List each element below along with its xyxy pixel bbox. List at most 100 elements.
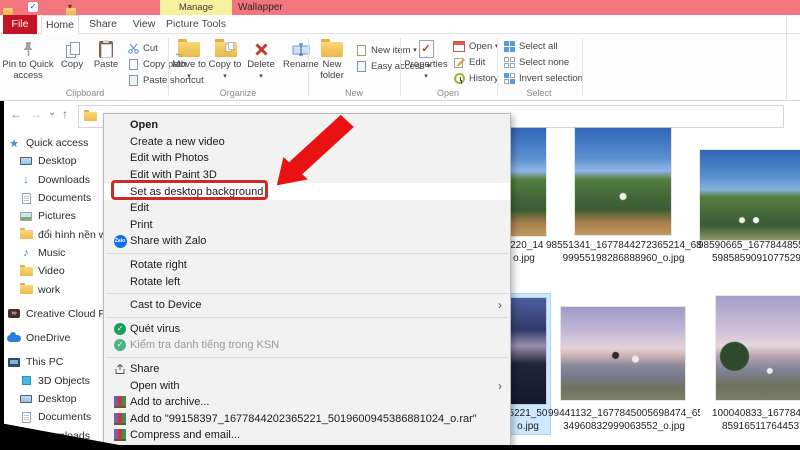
recent-locations-chevron[interactable]: ⌄	[48, 107, 56, 118]
group-divider	[582, 38, 583, 96]
sidebar-item-work[interactable]: work	[6, 280, 102, 298]
group-label-open: Open	[404, 88, 492, 98]
group-divider	[308, 38, 309, 96]
menu-item-add-to-rar[interactable]: Add to "99158397_1677844202365221_501960…	[104, 411, 510, 428]
sidebar-item-desktop-2[interactable]: Desktop	[6, 390, 102, 408]
clipboard-icon	[99, 41, 113, 58]
share-icon	[110, 363, 130, 375]
title-bar: ✓ ▾ Manage Wallapper	[0, 0, 800, 15]
menu-separator	[106, 293, 508, 294]
select-all-icon	[502, 41, 516, 52]
menu-item-kiem-tra-danh-tieng-trong-ksn[interactable]: ✓Kiểm tra danh tiếng trong KSN	[104, 337, 510, 354]
menu-item-cast-to-device[interactable]: Cast to Device›	[104, 297, 510, 314]
menu-item-rotate-left[interactable]: Rotate left	[104, 273, 510, 290]
menu-item-quet-virus[interactable]: ✓Quét virus	[104, 321, 510, 338]
select-all-button[interactable]: Select all	[502, 38, 583, 54]
move-to-folder-icon: ←	[178, 38, 200, 60]
menu-item-add-to-archive[interactable]: Add to archive...	[104, 394, 510, 411]
menu-item-share[interactable]: Share	[104, 361, 510, 378]
menu-item-share-with-zalo[interactable]: ZaloShare with Zalo	[104, 233, 510, 250]
sidebar-item-pictures[interactable]: Pictures	[6, 207, 102, 225]
annotation-highlight-box	[111, 180, 268, 200]
open-app-icon	[452, 41, 466, 52]
sidebar-item-music[interactable]: ♪Music	[6, 244, 102, 262]
history-clock-icon	[452, 73, 466, 84]
manage-contextual-tab[interactable]: Manage	[160, 0, 232, 15]
menu-item-open-with[interactable]: Open with›	[104, 377, 510, 394]
easy-access-icon	[354, 61, 368, 72]
file-name[interactable]: 100040833_16778451090859165117644537856_	[712, 407, 800, 433]
dropdown-caret-icon: ▾	[259, 73, 263, 80]
file-name-selected[interactable]: 5221_50o.jpg	[505, 407, 551, 433]
forward-button[interactable]: →	[30, 107, 42, 121]
folder-icon	[18, 285, 34, 294]
creative-cloud-icon: ∞	[6, 309, 22, 318]
cube-icon	[18, 376, 34, 385]
menu-item-rotate-right[interactable]: Rotate right	[104, 257, 510, 274]
file-name[interactable]: 98590665_16778448556959858590910775296_	[698, 239, 800, 265]
monitor-icon	[18, 157, 34, 165]
paste-shortcut-icon	[126, 75, 140, 86]
file-name[interactable]: 99441132_1677845005698474_65349608329990…	[548, 407, 700, 433]
tab-home[interactable]: Home	[41, 15, 79, 35]
sidebar-item-documents[interactable]: Documents	[6, 189, 102, 207]
sidebar-item-quick-access[interactable]: ★Quick access	[6, 134, 102, 152]
ribbon-tabs-row: File Home Share View Picture Tools	[0, 15, 800, 34]
picture-icon	[18, 212, 34, 221]
sidebar-item-3d-objects[interactable]: 3D Objects	[6, 372, 102, 390]
menu-separator	[106, 357, 508, 358]
open-button[interactable]: Open ▾	[452, 38, 499, 54]
menu-item-print[interactable]: Print	[104, 217, 510, 234]
menu-separator	[106, 317, 508, 318]
tab-picture-tools[interactable]: Picture Tools	[163, 15, 229, 34]
quick-access-toolbar-properties-icon[interactable]: ✓	[28, 2, 38, 12]
ribbon: Pin to Quick access Copy Paste Cut Copy …	[0, 34, 800, 101]
edit-button[interactable]: Edit	[452, 54, 499, 70]
photo-thumbnail[interactable]	[561, 307, 685, 400]
group-label-clipboard: Clipboard	[40, 88, 130, 98]
up-button[interactable]: ↑	[62, 107, 68, 121]
music-note-icon: ♪	[18, 247, 34, 259]
ribbon-right-edge	[786, 15, 787, 101]
history-button[interactable]: History	[452, 70, 499, 86]
back-button[interactable]: ←	[10, 107, 22, 121]
photo-thumbnail[interactable]	[700, 150, 800, 240]
group-divider	[168, 38, 169, 96]
download-arrow-icon: ↓	[18, 174, 34, 186]
copy-path-icon	[126, 59, 140, 70]
document-icon	[18, 412, 34, 423]
sidebar-item-this-pc[interactable]: This PC	[6, 353, 102, 371]
invert-selection-button[interactable]: Invert selection	[502, 70, 583, 86]
sidebar-item-video[interactable]: Video	[6, 262, 102, 280]
pin-icon	[22, 38, 35, 60]
tab-view[interactable]: View	[127, 15, 161, 34]
tab-file[interactable]: File	[3, 15, 37, 34]
photo-thumbnail[interactable]	[716, 296, 800, 400]
select-none-button[interactable]: Select none	[502, 54, 583, 70]
tab-share[interactable]: Share	[83, 15, 123, 34]
quick-access-toolbar-caret-icon[interactable]: ▾	[68, 1, 72, 13]
screenshot-edge	[0, 445, 800, 450]
annotation-arrow	[274, 102, 368, 188]
sidebar-item-downloads[interactable]: ↓Downloads	[6, 171, 102, 189]
edit-pencil-icon	[452, 57, 466, 68]
antivirus-shield-icon: ✓	[114, 339, 126, 351]
dropdown-caret-icon: ▾	[424, 73, 428, 80]
screenshot-edge	[0, 101, 4, 450]
group-label-select: Select	[495, 88, 583, 98]
sidebar-item-creative-cloud-files[interactable]: ∞Creative Cloud Files	[6, 305, 102, 323]
menu-item-compress-and-email[interactable]: Compress and email...	[104, 427, 510, 444]
menu-item-edit[interactable]: Edit	[104, 200, 510, 217]
select-small-buttons: Select all Select none Invert selection	[502, 38, 583, 86]
submenu-chevron-icon: ›	[498, 379, 502, 393]
photo-thumbnail-selected[interactable]	[508, 298, 546, 404]
file-name[interactable]: 98551341_1677844272365214_68999551982868…	[546, 239, 701, 265]
photo-thumbnail[interactable]	[575, 128, 671, 235]
sidebar-item-doi-hinh-nen-win[interactable]: đổi hình nền win	[6, 225, 102, 243]
sidebar-item-onedrive[interactable]: OneDrive	[6, 329, 102, 347]
copy-pages-icon	[66, 42, 79, 57]
star-icon: ★	[6, 137, 22, 150]
sidebar-item-desktop[interactable]: Desktop	[6, 152, 102, 170]
group-divider	[400, 38, 401, 96]
address-folder-icon	[84, 112, 97, 121]
